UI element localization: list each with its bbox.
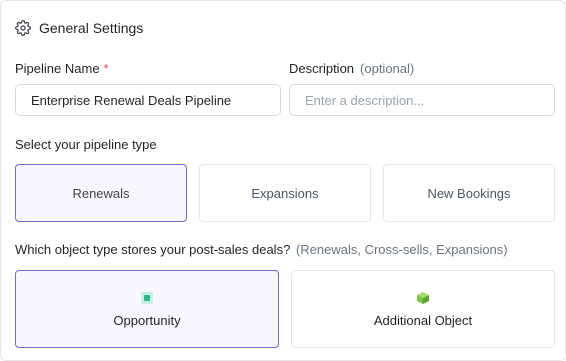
object-option-label: Additional Object: [373, 312, 473, 328]
object-option-additional[interactable]: Additional Object: [291, 270, 555, 348]
pipeline-type-option-renewals[interactable]: Renewals: [15, 164, 187, 222]
object-type-label: Which object type stores your post-sales…: [15, 242, 508, 257]
section-header: General Settings: [15, 19, 143, 37]
option-label: Expansions: [251, 185, 319, 201]
pipeline-type-option-new-bookings[interactable]: New Bookings: [383, 164, 555, 222]
pipeline-type-option-expansions[interactable]: Expansions: [199, 164, 371, 222]
option-label: Renewals: [72, 185, 130, 201]
pipeline-name-label: Pipeline Name *: [15, 61, 109, 76]
description-label: Description (optional): [289, 61, 414, 76]
description-label-text: Description: [289, 61, 355, 76]
object-option-label: Opportunity: [113, 312, 181, 328]
pipeline-name-input[interactable]: [15, 84, 281, 116]
general-settings-card: General Settings Pipeline Name* Descript…: [0, 0, 566, 361]
pipeline-name-label-text: Pipeline Name: [15, 61, 100, 76]
optional-hint: (optional): [360, 61, 415, 76]
required-marker: *: [103, 61, 109, 76]
cube-icon: [417, 291, 429, 304]
description-input[interactable]: [289, 84, 555, 116]
object-option-opportunity[interactable]: Opportunity: [15, 270, 279, 348]
object-type-hint: (Renewals, Cross-sells, Expansions): [295, 242, 508, 257]
object-type-question: Which object type stores your post-sales…: [15, 242, 291, 257]
section-title: General Settings: [39, 20, 144, 36]
option-label: New Bookings: [427, 185, 511, 201]
opportunity-icon: [141, 291, 153, 304]
gear-icon: [15, 20, 31, 36]
pipeline-type-label: Select your pipeline type: [15, 137, 157, 152]
